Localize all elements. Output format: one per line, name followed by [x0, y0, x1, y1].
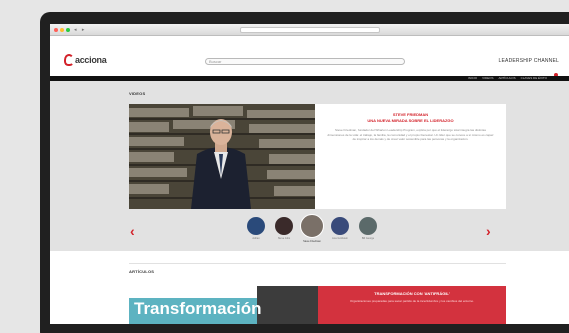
close-icon[interactable] [54, 28, 58, 32]
articles-section: ARTÍCULOS Transformación TRANSFORMACIÓN … [50, 251, 569, 324]
video-thumb-caption: Steve Jobs [277, 237, 291, 240]
article-image-headline: Transformación [134, 299, 262, 318]
video-thumb[interactable]: Bill George [357, 217, 379, 240]
acciona-logo[interactable]: acciona [64, 54, 107, 66]
search-input[interactable]: Buscar [205, 58, 405, 65]
channel-title[interactable]: LEADERSHIP CHANNEL [499, 58, 559, 64]
feature-video-title[interactable]: UNA NUEVA MIRADA SOBRE EL LIDERAZGO [327, 118, 494, 123]
browser-screen: ◂ ▸ acciona Buscar LEADERSHIP CHANNEL IN… [50, 24, 569, 324]
article-summary: Organizaciones preparadas para sacar par… [350, 299, 474, 303]
window-controls[interactable] [54, 28, 70, 32]
article-image[interactable]: Transformación [129, 286, 318, 324]
video-thumb-caption: Bill George [361, 237, 375, 240]
video-thumb-image [300, 214, 324, 238]
browser-toolbar: ◂ ▸ [50, 24, 569, 36]
logo-text: acciona [75, 55, 107, 65]
article-title[interactable]: TRANSFORMACIÓN CON 'ANTIFRÁGIL' [326, 291, 498, 296]
video-thumb-caption: Steve Friedman [303, 240, 321, 243]
video-thumb[interactable]: Adrian [245, 217, 267, 240]
chevron-right-icon[interactable]: › [486, 223, 491, 239]
video-thumb[interactable]: Lisa Goldstein [329, 217, 351, 240]
address-bar[interactable] [240, 27, 380, 33]
video-thumb-caption: Lisa Goldstein [332, 237, 348, 240]
video-thumb-active[interactable]: Steve Friedman [300, 214, 324, 243]
video-thumb[interactable]: Steve Jobs [273, 217, 295, 240]
image-dark-panel [257, 286, 318, 324]
feature-speaker-name[interactable]: STEVE FRIEDMAN [327, 112, 494, 117]
articles-section-label: ARTÍCULOS [129, 269, 155, 274]
videos-section-label: VIDEOS [129, 91, 146, 96]
video-thumb-image [275, 217, 293, 235]
minimize-icon[interactable] [60, 28, 64, 32]
browser-nav-icons[interactable]: ◂ ▸ [74, 27, 86, 33]
maximize-icon[interactable] [66, 28, 70, 32]
video-thumb-image [331, 217, 349, 235]
feature-video-description: Steve Friedman, fundador del Wharton Lea… [327, 128, 494, 141]
video-thumb-caption: Adrian [252, 237, 260, 240]
logo-mark-icon [64, 54, 74, 66]
divider [129, 263, 506, 264]
chevron-left-icon[interactable]: ‹ [130, 223, 135, 239]
speaker-photo [129, 104, 315, 209]
video-thumb-image [247, 217, 265, 235]
feature-video-photo[interactable] [129, 104, 315, 209]
site-header: acciona Buscar LEADERSHIP CHANNEL [50, 36, 569, 77]
article-text: TRANSFORMACIÓN CON 'ANTIFRÁGIL' Organiza… [318, 286, 506, 324]
video-thumbnails: Adrian Steve Jobs Steve Friedman Lisa Go… [245, 214, 379, 243]
feature-video-text: STEVE FRIEDMAN UNA NUEVA MIRADA SOBRE EL… [315, 104, 506, 209]
video-thumb-image [359, 217, 377, 235]
image-band [129, 286, 257, 298]
videos-section: VIDEOS STEVE FRIEDMAN UNA NUEVA MIRADA S… [50, 81, 569, 251]
